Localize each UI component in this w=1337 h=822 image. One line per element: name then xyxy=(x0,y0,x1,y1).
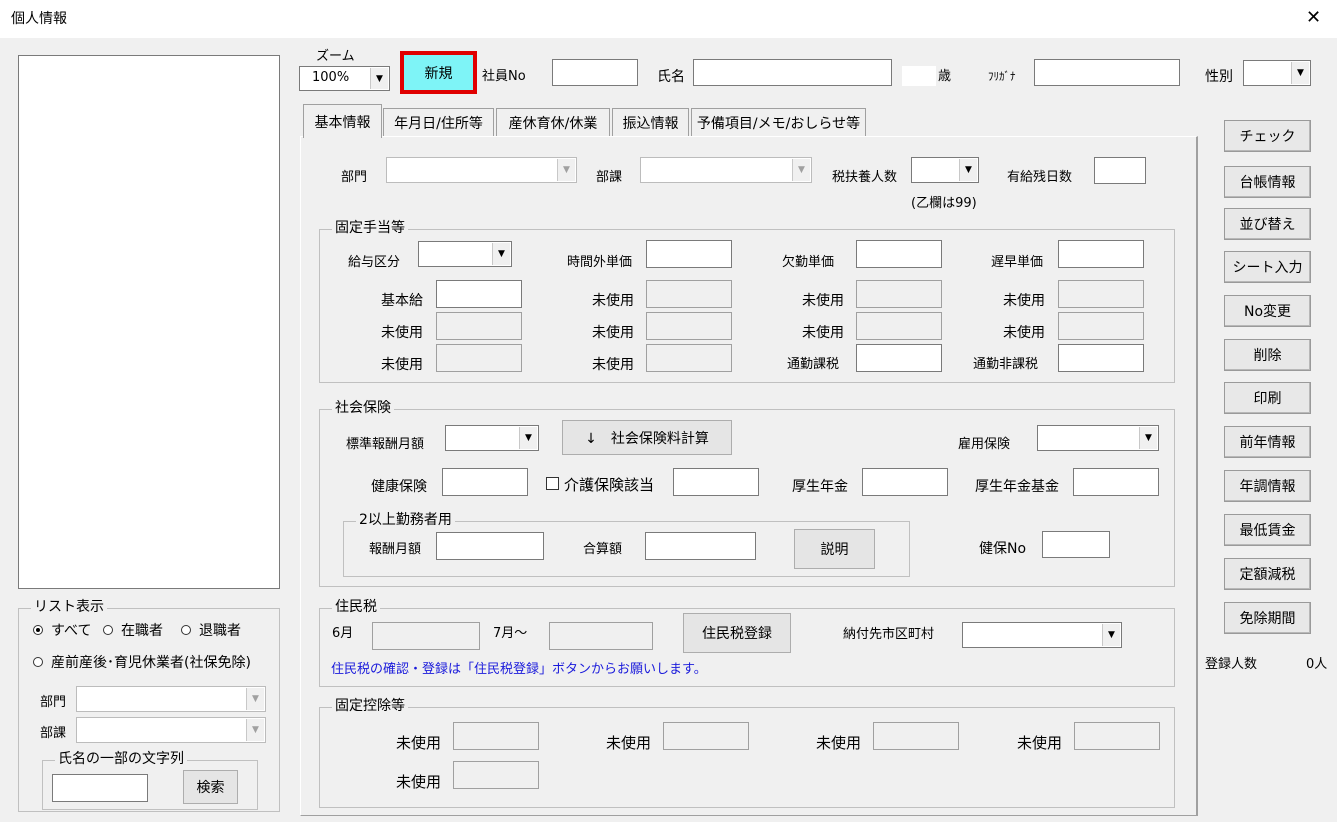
title-bar: 個人情報 ✕ xyxy=(0,0,1337,39)
name-input[interactable] xyxy=(693,59,892,86)
close-icon[interactable]: ✕ xyxy=(1306,9,1321,27)
print-button[interactable]: 印刷 xyxy=(1224,382,1311,414)
multi-employment-group: 2以上勤務者用 xyxy=(343,511,910,577)
zoom-combo[interactable]: 100% ▼ xyxy=(299,66,390,91)
furigana-label: ﾌﾘｶﾞﾅ xyxy=(988,70,1016,83)
exemption-period-button[interactable]: 免除期間 xyxy=(1224,602,1311,634)
tab-dates-address[interactable]: 年月日/住所等 xyxy=(383,108,494,136)
filter-section-combo[interactable]: ▼ xyxy=(76,717,266,743)
chevron-down-icon: ▼ xyxy=(246,688,264,710)
age-value xyxy=(902,66,936,86)
tab-basic[interactable]: 基本情報 xyxy=(303,104,382,138)
chevron-down-icon: ▼ xyxy=(370,68,388,89)
multi-employment-caption: 2以上勤務者用 xyxy=(356,511,455,529)
tab-maternity-leave[interactable]: 産休育休/休業 xyxy=(496,108,610,136)
sort-button[interactable]: 並び替え xyxy=(1224,208,1311,240)
list-filter-caption: リスト表示 xyxy=(31,598,107,616)
emp-no-input[interactable] xyxy=(552,59,638,86)
filter-dept-label: 部門 xyxy=(40,695,67,710)
chevron-down-icon: ▼ xyxy=(1291,62,1309,84)
resident-tax-group: 住民税 xyxy=(319,598,1175,687)
new-button[interactable]: 新規 xyxy=(400,51,477,94)
radio-retired[interactable] xyxy=(181,625,191,635)
registered-count-label: 登録人数 xyxy=(1205,657,1258,672)
furigana-input[interactable] xyxy=(1034,59,1180,86)
chevron-down-icon: ▼ xyxy=(246,719,264,741)
year-end-adjust-button[interactable]: 年調情報 xyxy=(1224,470,1311,502)
tab-transfer[interactable]: 振込情報 xyxy=(612,108,689,136)
deductions-caption: 固定控除等 xyxy=(332,697,408,715)
allowances-group: 固定手当等 xyxy=(319,219,1175,383)
zoom-label: ズーム xyxy=(316,49,355,64)
registered-count-value: 0人 xyxy=(1306,657,1328,672)
tab-reserve-memo[interactable]: 予備項目/メモ/おしらせ等 xyxy=(691,108,866,136)
name-label: 氏名 xyxy=(657,69,685,85)
filter-dept-combo[interactable]: ▼ xyxy=(76,686,266,712)
sheet-input-button[interactable]: シート入力 xyxy=(1224,251,1311,283)
check-button[interactable]: チェック xyxy=(1224,120,1311,152)
gender-label: 性別 xyxy=(1205,69,1233,85)
radio-active-label: 在職者 xyxy=(121,623,163,639)
gender-combo[interactable]: ▼ xyxy=(1243,60,1311,86)
search-button[interactable]: 検索 xyxy=(183,770,238,804)
window-title: 個人情報 xyxy=(11,11,67,27)
age-label: 歳 xyxy=(938,69,952,84)
name-search-input[interactable] xyxy=(52,774,148,802)
minimum-wage-button[interactable]: 最低賃金 xyxy=(1224,514,1311,546)
radio-leave[interactable] xyxy=(33,657,43,667)
prior-year-button[interactable]: 前年情報 xyxy=(1224,426,1311,458)
deductions-group: 固定控除等 xyxy=(319,697,1175,808)
radio-active[interactable] xyxy=(103,625,113,635)
resident-tax-caption: 住民税 xyxy=(332,598,380,616)
radio-all[interactable] xyxy=(33,625,43,635)
emp-no-label: 社員No xyxy=(482,69,526,84)
ledger-info-button[interactable]: 台帳情報 xyxy=(1224,166,1311,198)
radio-all-label: すべて xyxy=(51,623,92,639)
allowances-caption: 固定手当等 xyxy=(332,219,408,237)
employee-list[interactable] xyxy=(18,55,280,589)
name-search-caption: 氏名の一部の文字列 xyxy=(55,750,187,768)
fixed-tax-reduction-button[interactable]: 定額減税 xyxy=(1224,558,1311,590)
zoom-value: 100% xyxy=(312,70,350,85)
change-no-button[interactable]: No変更 xyxy=(1224,295,1311,327)
filter-section-label: 部課 xyxy=(40,726,67,741)
radio-leave-label: 産前産後･育児休業者(社保免除) xyxy=(51,655,251,671)
social-insurance-caption: 社会保険 xyxy=(332,399,394,417)
radio-retired-label: 退職者 xyxy=(199,623,241,639)
delete-button[interactable]: 削除 xyxy=(1224,339,1311,371)
